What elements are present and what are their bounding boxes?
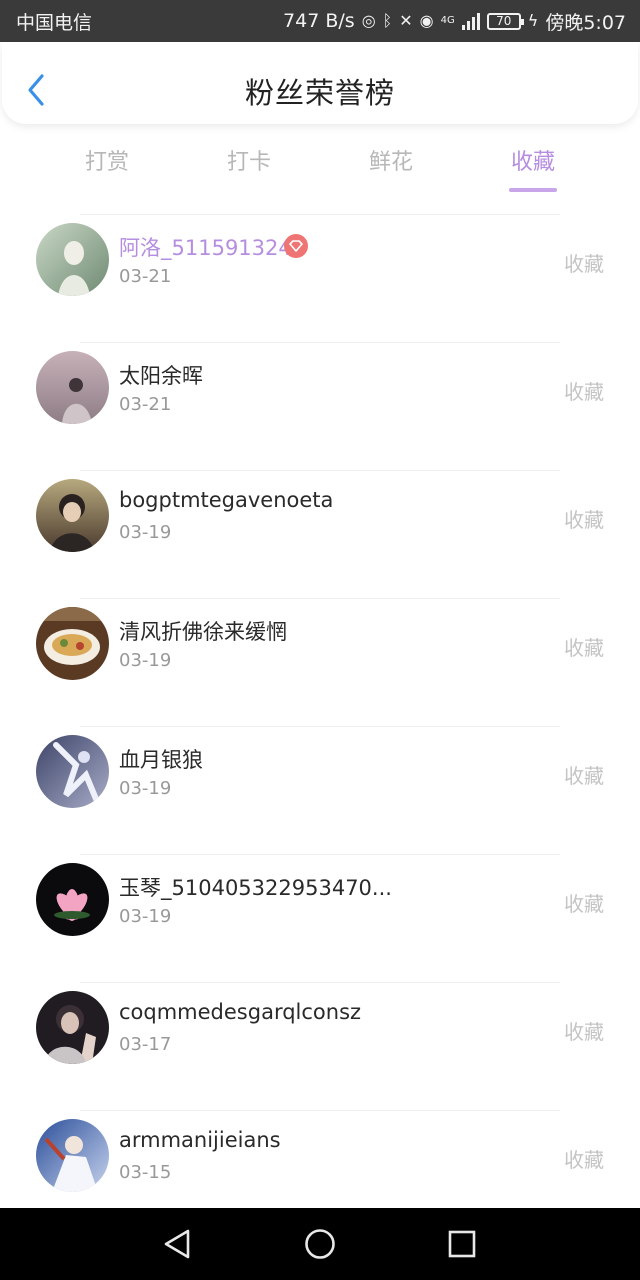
status-icons: 747 B/s ◎ ᛒ ✕ ◉ 4G 70 ϟ 傍晚5:07 xyxy=(283,8,626,35)
avatar xyxy=(36,863,109,936)
action-label: 收藏 xyxy=(564,380,604,404)
tab-label: 打赏 xyxy=(84,150,129,175)
data-saver-icon: ◎ xyxy=(361,11,376,30)
fan-name: 清风折佛徐来缓惘 xyxy=(119,620,287,644)
circle-home-icon xyxy=(305,1229,335,1259)
tab-favorites[interactable]: 收藏 xyxy=(478,144,588,192)
fan-name: 玉琴_510405322953470... xyxy=(119,876,392,900)
fan-date: 03-21 xyxy=(119,394,172,415)
carrier-label: 中国电信 xyxy=(16,11,93,34)
eye-comfort-icon: ◉ xyxy=(419,11,434,30)
fan-date: 03-21 xyxy=(119,266,172,287)
fan-date: 03-19 xyxy=(119,522,172,543)
fan-name: bogptmtegavenoeta xyxy=(119,488,334,512)
nav-recents-button[interactable] xyxy=(444,1226,480,1262)
fan-name: 阿洛_511591324 xyxy=(119,236,292,260)
fan-date: 03-19 xyxy=(119,650,172,671)
screen: 中国电信 747 B/s ◎ ᛒ ✕ ◉ 4G 70 ϟ 傍晚5:07 粉丝荣誉… xyxy=(0,0,640,1280)
clock: 傍晚5:07 xyxy=(545,11,626,34)
signal-icon xyxy=(461,12,480,30)
bluetooth-icon: ᛒ xyxy=(382,11,393,30)
list-item[interactable]: 阿洛_511591324 03-21 收藏 xyxy=(0,214,640,342)
tab-label: 收藏 xyxy=(510,150,555,175)
tab-label: 鲜花 xyxy=(368,150,413,175)
charging-icon: ϟ xyxy=(527,11,539,30)
battery-level: 70 xyxy=(496,14,512,28)
list-item[interactable]: 血月银狼 03-19 收藏 xyxy=(0,726,640,854)
square-recents-icon xyxy=(448,1230,476,1258)
triangle-back-icon xyxy=(164,1229,190,1259)
fan-date: 03-19 xyxy=(119,778,172,799)
battery-icon: 70 xyxy=(486,12,524,30)
network-type-label: 4G xyxy=(440,15,455,26)
avatar xyxy=(36,223,109,296)
header: 粉丝荣誉榜 xyxy=(2,42,638,124)
page-title: 粉丝荣誉榜 xyxy=(244,76,395,110)
navigation-bar xyxy=(0,1208,640,1280)
action-label: 收藏 xyxy=(564,508,604,532)
status-bar: 中国电信 747 B/s ◎ ᛒ ✕ ◉ 4G 70 ϟ 傍晚5:07 xyxy=(0,0,640,42)
avatar xyxy=(36,735,109,808)
vibrate-icon: ✕ xyxy=(399,11,413,30)
fan-date: 03-15 xyxy=(119,1162,172,1183)
list-item[interactable]: coqmmedesgarqlconsz 03-17 收藏 xyxy=(0,982,640,1110)
avatar xyxy=(36,479,109,552)
list-item[interactable]: bogptmtegavenoeta 03-19 收藏 xyxy=(0,470,640,598)
nav-home-button[interactable] xyxy=(302,1226,338,1262)
avatar xyxy=(36,607,109,680)
action-label: 收藏 xyxy=(564,1148,604,1172)
avatar xyxy=(36,991,109,1064)
list-item[interactable]: 玉琴_510405322953470... 03-19 收藏 xyxy=(0,854,640,982)
fan-list: 阿洛_511591324 03-21 收藏 太阳余晖 03-21 收藏 bogp… xyxy=(0,214,640,1238)
avatar xyxy=(36,1119,109,1192)
fan-date: 03-19 xyxy=(119,906,172,927)
network-speed: 747 B/s xyxy=(283,10,355,32)
fan-date: 03-17 xyxy=(119,1034,172,1055)
nav-back-button[interactable] xyxy=(160,1226,196,1262)
action-label: 收藏 xyxy=(564,892,604,916)
tab-flowers[interactable]: 鲜花 xyxy=(336,144,446,176)
list-item[interactable]: 太阳余晖 03-21 收藏 xyxy=(0,342,640,470)
tab-checkin[interactable]: 打卡 xyxy=(194,144,304,176)
fan-name: 太阳余晖 xyxy=(119,364,203,388)
fan-name: 血月银狼 xyxy=(119,748,203,772)
avatar xyxy=(36,351,109,424)
action-label: 收藏 xyxy=(564,1020,604,1044)
tab-label: 打卡 xyxy=(226,150,271,175)
vip-diamond-icon xyxy=(284,234,308,258)
action-label: 收藏 xyxy=(564,764,604,788)
tab-bar: 打赏 打卡 鲜花 收藏 xyxy=(0,130,640,194)
action-label: 收藏 xyxy=(564,252,604,276)
fan-name: coqmmedesgarqlconsz xyxy=(119,1000,362,1024)
active-tab-indicator xyxy=(509,188,557,192)
fan-name: armmanijieians xyxy=(119,1128,281,1152)
tab-reward[interactable]: 打赏 xyxy=(52,144,162,176)
action-label: 收藏 xyxy=(564,636,604,660)
list-item[interactable]: 清风折佛徐来缓惘 03-19 收藏 xyxy=(0,598,640,726)
